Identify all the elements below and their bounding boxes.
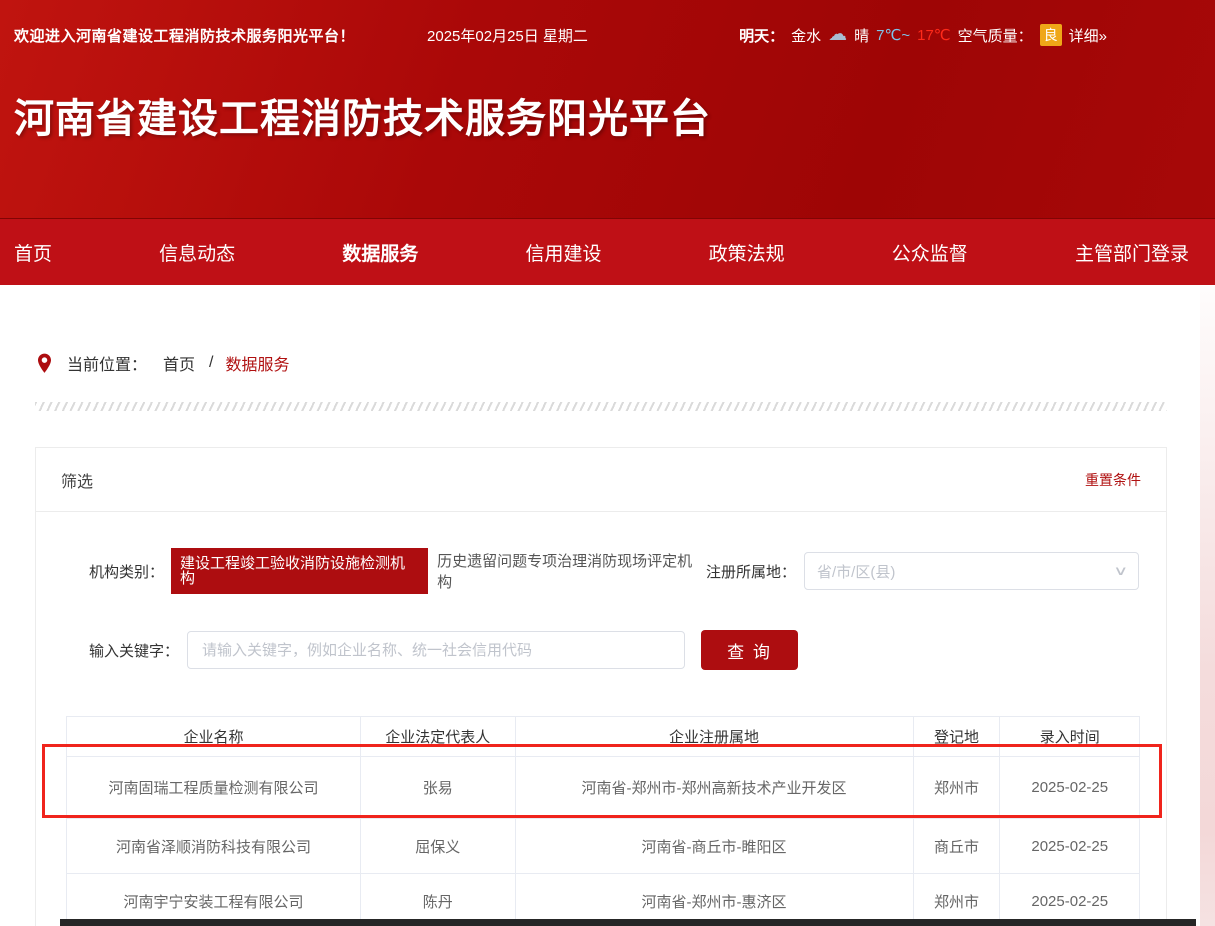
site-banner: 欢迎进入河南省建设工程消防技术服务阳光平台！ 2025年02月25日 星期二 明…: [0, 0, 1215, 218]
cell-entry-time: 2025-02-25: [1000, 819, 1140, 874]
filter-panel: 筛选 重置条件 机构类别： 建设工程竣工验收消防设施检测机构 历史遗留问题专项治…: [35, 447, 1167, 926]
cloud-icon: ☁: [828, 25, 847, 44]
cell-registered-region: 河南省-郑州市-郑州高新技术产业开发区: [515, 757, 913, 819]
weather-detail-link[interactable]: 详细»: [1069, 25, 1107, 46]
cell-entry-time: 2025-02-25: [1000, 757, 1140, 819]
weather-widget: 明天： 金水 ☁ 晴 7℃~ 17℃ 空气质量： 良 详细»: [739, 24, 1107, 46]
breadcrumb-home-link[interactable]: 首页: [163, 351, 195, 375]
page-title: 河南省建设工程消防技术服务阳光平台: [14, 86, 1215, 144]
region-label: 注册所属地：: [706, 561, 796, 582]
weather-condition: 晴: [854, 25, 869, 46]
breadcrumb: 当前位置： 首页 / 数据服务: [36, 351, 1215, 375]
slash-divider: [35, 402, 1167, 411]
cell-registration-place: 商丘市: [913, 819, 1000, 874]
nav-item-data-service[interactable]: 数据服务: [342, 239, 418, 266]
cell-legal-rep: 屈保义: [361, 819, 516, 874]
region-select[interactable]: 省/市/区(县) ∨: [804, 552, 1139, 590]
reset-filters-link[interactable]: 重置条件: [1085, 470, 1141, 490]
date-text: 2025年02月25日 星期二: [427, 25, 588, 46]
aqi-badge: 良: [1040, 24, 1062, 46]
page: 欢迎进入河南省建设工程消防技术服务阳光平台！ 2025年02月25日 星期二 明…: [0, 0, 1215, 926]
weather-district: 金水: [791, 25, 821, 46]
aqi-label: 空气质量：: [958, 25, 1033, 46]
region-select-placeholder: 省/市/区(县): [817, 561, 1116, 582]
main-nav: 首页 信息动态 数据服务 信用建设 政策法规 公众监督 主管部门登录: [0, 218, 1215, 285]
chevron-down-icon: ∨: [1114, 563, 1129, 579]
nav-item-home[interactable]: 首页: [14, 239, 52, 266]
filter-row-category: 机构类别： 建设工程竣工验收消防设施检测机构 历史遗留问题专项治理消防现场评定机…: [36, 548, 1166, 594]
category-option-selected[interactable]: 建设工程竣工验收消防设施检测机构: [171, 548, 428, 594]
category-option-unselected[interactable]: 历史遗留问题专项治理消防现场评定机构: [437, 550, 706, 592]
cell-registration-place: 郑州市: [913, 757, 1000, 819]
header-registration-place: 登记地: [913, 717, 1000, 757]
nav-item-news[interactable]: 信息动态: [159, 239, 235, 266]
filter-panel-header: 筛选 重置条件: [36, 448, 1166, 512]
filter-row-keyword: 输入关键字： 查 询: [36, 630, 1166, 670]
keyword-input[interactable]: [187, 631, 685, 669]
nav-item-policy[interactable]: 政策法规: [709, 239, 785, 266]
table-row[interactable]: 河南省泽顺消防科技有限公司 屈保义 河南省-商丘市-睢阳区 商丘市 2025-0…: [67, 819, 1140, 874]
breadcrumb-current: 数据服务: [225, 351, 289, 375]
footer-edge-bar: [60, 919, 1196, 926]
nav-item-supervision[interactable]: 公众监督: [892, 239, 968, 266]
location-pin-icon: [36, 352, 53, 375]
region-group: 注册所属地： 省/市/区(县) ∨: [706, 552, 1139, 590]
nav-item-admin-login[interactable]: 主管部门登录: [1075, 239, 1189, 266]
results-table: 企业名称 企业法定代表人 企业注册属地 登记地 录入时间 河南固瑞工程质量检测有…: [66, 716, 1140, 926]
main-content: 当前位置： 首页 / 数据服务 筛选 重置条件 机构类别： 建设工程竣工验收消防…: [0, 351, 1215, 926]
top-bar: 欢迎进入河南省建设工程消防技术服务阳光平台！ 2025年02月25日 星期二 明…: [0, 24, 1215, 46]
table-row[interactable]: 河南固瑞工程质量检测有限公司 张易 河南省-郑州市-郑州高新技术产业开发区 郑州…: [67, 757, 1140, 819]
cell-company-name: 河南固瑞工程质量检测有限公司: [67, 757, 361, 819]
right-edge-gradient: [1200, 286, 1215, 926]
cell-legal-rep: 张易: [361, 757, 516, 819]
weather-tomorrow-label: 明天：: [739, 25, 784, 46]
nav-item-credit[interactable]: 信用建设: [525, 239, 601, 266]
cell-registered-region: 河南省-商丘市-睢阳区: [515, 819, 913, 874]
header-legal-rep: 企业法定代表人: [361, 717, 516, 757]
header-company-name: 企业名称: [67, 717, 361, 757]
breadcrumb-separator: /: [209, 354, 213, 372]
temp-low: 7℃~: [876, 26, 910, 44]
search-button[interactable]: 查 询: [701, 630, 798, 670]
temp-high: 17℃: [917, 26, 951, 44]
keyword-label: 输入关键字：: [89, 640, 179, 661]
table-header-row: 企业名称 企业法定代表人 企业注册属地 登记地 录入时间: [67, 717, 1140, 757]
cell-company-name: 河南省泽顺消防科技有限公司: [67, 819, 361, 874]
filter-title: 筛选: [61, 468, 93, 492]
header-registered-region: 企业注册属地: [515, 717, 913, 757]
header-entry-time: 录入时间: [1000, 717, 1140, 757]
welcome-text: 欢迎进入河南省建设工程消防技术服务阳光平台！: [14, 25, 355, 46]
category-label: 机构类别：: [89, 561, 164, 582]
filter-panel-body: 机构类别： 建设工程竣工验收消防设施检测机构 历史遗留问题专项治理消防现场评定机…: [36, 512, 1166, 926]
breadcrumb-label: 当前位置：: [67, 351, 147, 375]
